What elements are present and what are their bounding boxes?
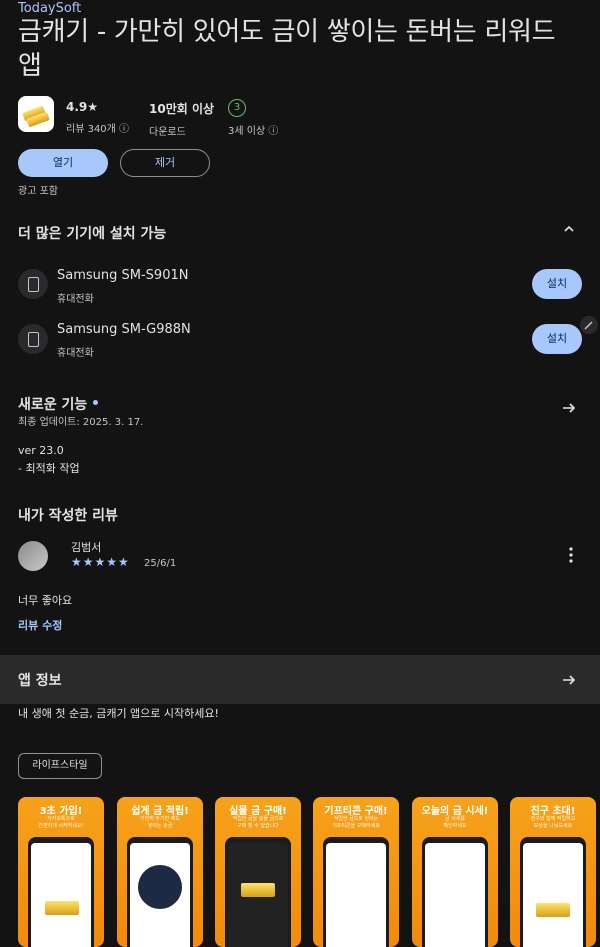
downloads-label: 다운로드 (149, 127, 186, 138)
phone-icon (18, 324, 48, 354)
app-icon (18, 96, 54, 132)
rating-stat: 4.9★ 리뷰 340개 ⓘ (66, 100, 129, 135)
install-button[interactable]: 설치 (532, 324, 582, 354)
screenshot-caption: 오늘의 금 시세! (421, 806, 489, 817)
my-review-heading: 내가 작성한 리뷰 (18, 508, 118, 524)
arrow-right-icon[interactable] (562, 672, 576, 691)
more-devices-heading: 더 많은 기기에 설치 가능 (18, 226, 167, 242)
app-info-heading: 앱 정보 (18, 673, 62, 689)
review-date: 25/6/1 (144, 558, 177, 569)
screenshot-caption: 친구 초대! (530, 806, 576, 817)
review-author: 김범서 (71, 541, 102, 554)
uninstall-button[interactable]: 제거 (120, 149, 210, 177)
star-rating: ★★★★★ (71, 555, 130, 569)
device-type: 휴대전화 (57, 348, 94, 359)
chevron-up-icon[interactable] (562, 221, 576, 240)
screenshot-subtitle: 적립한 금을 실물 금으로 구매 할 수 있습니다 (232, 816, 284, 829)
downloads-stat: 10만회 이상 다운로드 (149, 100, 214, 138)
age-rating-stat: 3 3세 이상 ⓘ (228, 99, 278, 137)
downloads-value: 10만회 이상 (149, 102, 215, 116)
avatar (18, 541, 48, 571)
screenshot-caption: 3초 가입! (39, 806, 83, 817)
review-count: 리뷰 340개 ⓘ (66, 124, 130, 135)
screenshot-caption: 실물 금 구매! (229, 806, 287, 817)
last-updated: 최종 업데이트: 2025. 3. 17. (18, 417, 144, 428)
review-text: 너무 좋아요 (18, 594, 73, 607)
screenshot[interactable]: 친구 초대! 친구와 함께 적립하고 보상을 나눠보세요 (510, 797, 596, 947)
app-description: 내 생애 첫 순금, 금캐기 앱으로 시작하세요! (18, 707, 219, 720)
whats-new-heading: 새로운 기능 (18, 397, 88, 413)
edit-pencil-icon[interactable] (580, 316, 598, 338)
screenshot[interactable]: 실물 금 구매! 적립한 금을 실물 금으로 구매 할 수 있습니다 (215, 797, 301, 947)
update-note: - 최적화 작업 (18, 462, 80, 475)
arrow-right-icon[interactable] (562, 400, 576, 419)
rating-value: 4.9★ (66, 100, 99, 114)
device-type: 휴대전화 (57, 294, 94, 305)
device-name: Samsung SM-G988N (57, 322, 191, 337)
device-name: Samsung SM-S901N (57, 268, 189, 283)
age-rating-label: 3세 이상 ⓘ (228, 126, 279, 137)
edit-review-link[interactable]: 리뷰 수정 (18, 617, 62, 633)
developer-name[interactable]: TodaySoft (18, 1, 81, 16)
open-button[interactable]: 열기 (18, 149, 108, 177)
category-chip[interactable]: 라이프스타일 (18, 753, 102, 779)
app-info-bar[interactable]: 앱 정보 (0, 655, 600, 704)
screenshot[interactable]: 쉽게 금 적립! 가만히 두기만 해도 쌓이는 순금 (117, 797, 203, 947)
screenshot[interactable]: 오늘의 금 시세! 금 시세를 확인하세요 (412, 797, 498, 947)
screenshot-subtitle: 금 시세를 확인하세요 (443, 816, 467, 829)
app-title: 금캐기 - 가만히 있어도 금이 쌓이는 돈버는 리워드 앱 (18, 17, 556, 81)
version-text: ver 23.0 (18, 444, 64, 457)
screenshot-subtitle: 친구와 함께 적립하고 보상을 나눠보세요 (530, 816, 576, 829)
screenshot-caption: 쉽게 금 적립! (131, 806, 189, 817)
screenshot-subtitle: 적립한 금으로 원하는 기프티콘을 구매하세요 (332, 816, 380, 829)
screenshot[interactable]: 3초 가입! 카카오톡으로 간편하게 시작하세요! (18, 797, 104, 947)
screenshot-subtitle: 가만히 두기만 해도 쌓이는 순금 (140, 816, 180, 829)
screenshot[interactable]: 기프티콘 구매! 적립한 금으로 원하는 기프티콘을 구매하세요 (313, 797, 399, 947)
screenshot-subtitle: 카카오톡으로 간편하게 시작하세요! (38, 816, 84, 829)
screenshot-caption: 기프티콘 구매! (324, 806, 388, 817)
ads-note: 광고 포함 (18, 186, 58, 197)
phone-icon (18, 269, 48, 299)
install-button[interactable]: 설치 (532, 269, 582, 299)
age-rating-icon: 3 (228, 99, 246, 117)
more-options-icon[interactable] (568, 547, 574, 567)
new-dot-indicator (93, 400, 98, 405)
